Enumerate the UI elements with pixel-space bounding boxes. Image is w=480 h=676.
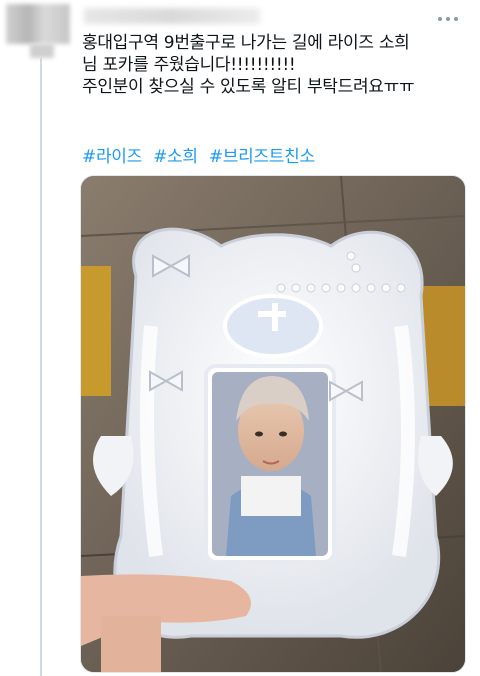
tweet-text-line: 주인분이 찾으실 수 있도록 알티 부탁드려요ㅠㅠ [82,77,415,97]
hashtag-link[interactable]: #소희 [153,147,198,167]
tweet-photo[interactable] [80,175,466,673]
photocard-image [81,176,465,672]
blurred-username [84,8,260,24]
tweet-text: 홍대입구역 9번출구로 나가는 길에 라이즈 소희 님 포카를 주웠습니다!!!… [82,32,474,98]
tweet-text-line: 홍대입구역 9번출구로 나가는 길에 라이즈 소희 [82,33,410,53]
thread-line [40,58,42,676]
more-dots-icon[interactable] [428,8,468,30]
hashtag-link[interactable]: #라이즈 [82,147,142,167]
tweet-text-line: 님 포카를 주웠습니다!!!!!!!!!! [82,55,296,75]
blurred-avatar-detail [30,44,54,58]
blurred-avatar [6,4,70,44]
tweet: 홍대입구역 9번출구로 나가는 길에 라이즈 소희 님 포카를 주웠습니다!!!… [0,0,480,676]
hashtag-link[interactable]: #브리즈트친소 [209,147,315,167]
hashtags: #라이즈 #소희 #브리즈트친소 [82,146,472,168]
